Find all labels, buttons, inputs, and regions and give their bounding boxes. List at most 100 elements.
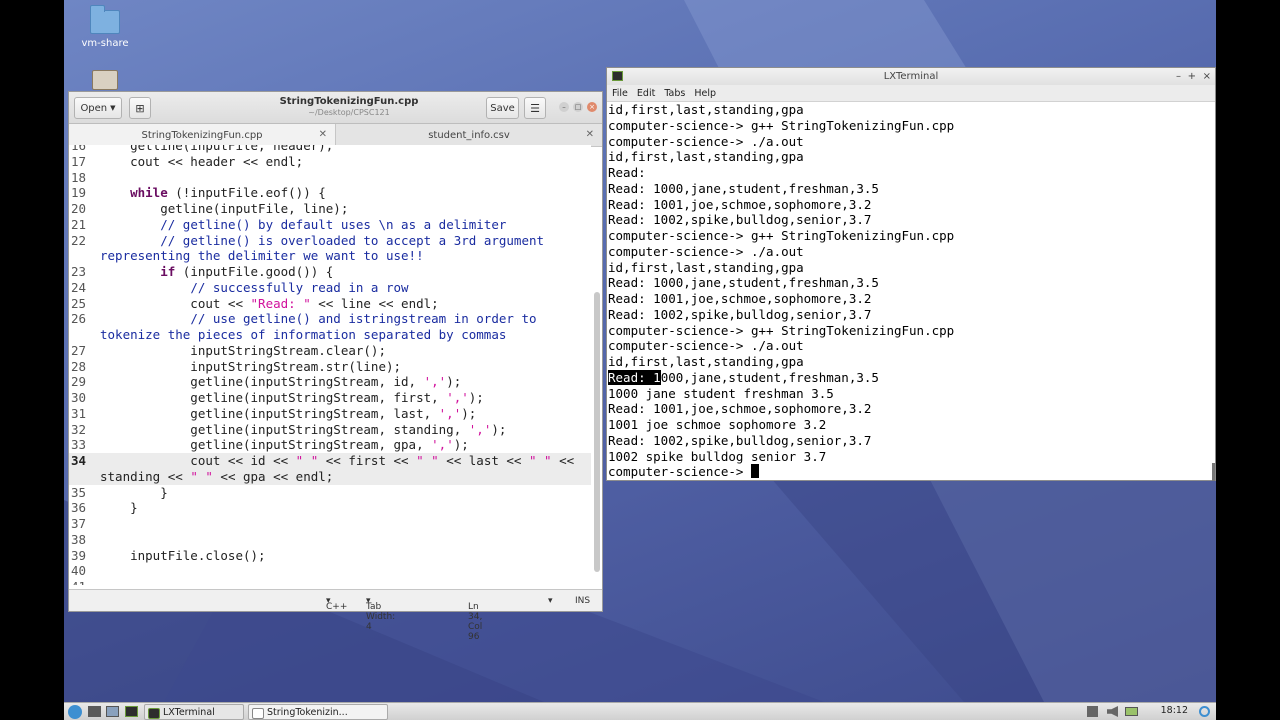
menu-tabs[interactable]: Tabs: [664, 88, 685, 99]
terminal-output[interactable]: id,first,last,standing,gpa computer-scien…: [607, 102, 1215, 480]
code-token: << last <<: [438, 453, 529, 468]
menu-edit[interactable]: Edit: [637, 88, 655, 99]
code-line[interactable]: 22 // getline() is overloaded to accept …: [69, 233, 591, 249]
code-line[interactable]: 25 cout << "Read: " << line << endl;: [69, 296, 591, 312]
terminal-line: Read: 1001,joe,schmoe,sophomore,3.2: [608, 197, 1215, 213]
code-line[interactable]: 40: [69, 563, 591, 579]
code-line[interactable]: 28 inputStringStream.str(line);: [69, 359, 591, 375]
code-token: getline(inputFile, line);: [100, 201, 349, 216]
open-button[interactable]: Open ▼: [74, 97, 122, 119]
tab-width-selector[interactable]: Tab Width: 4 ▾: [366, 596, 395, 632]
new-document-icon: ⊞: [135, 101, 145, 115]
code-line[interactable]: 33 getline(inputStringStream, gpa, ',');: [69, 437, 591, 453]
terminal-launcher-icon[interactable]: [125, 706, 138, 717]
battery-icon[interactable]: [1125, 707, 1138, 716]
line-number: 28: [70, 358, 86, 374]
menu-button[interactable]: ☰: [524, 97, 546, 119]
terminal-text: computer-science-> g++ StringTokenizingF…: [608, 322, 955, 338]
code-line[interactable]: 29 getline(inputStringStream, id, ',');: [69, 374, 591, 390]
file-manager-icon[interactable]: [106, 706, 119, 717]
terminal-title: LXTerminal: [883, 71, 939, 82]
tab-student-info[interactable]: student_info.csv ✕: [336, 124, 602, 146]
code-token: getline(inputStringStream, first,: [100, 390, 447, 405]
save-button[interactable]: Save: [486, 97, 519, 119]
maximize-button[interactable]: +: [1188, 68, 1196, 85]
line-number: 35: [70, 484, 86, 500]
terminal-text: id,first,last,standing,gpa: [608, 149, 804, 165]
taskbar-lxterminal[interactable]: LXTerminal: [144, 704, 244, 720]
code-line[interactable]: 32 getline(inputStringStream, standing, …: [69, 422, 591, 438]
terminal-line: Read: 1002,spike,bulldog,senior,3.7: [608, 307, 1215, 323]
desktop-icon-vm-share[interactable]: vm-share: [70, 5, 140, 49]
close-tab-icon[interactable]: ✕: [586, 129, 594, 140]
code-token: getline(inputStringStream, gpa,: [100, 437, 432, 453]
tab-stringtokenizingfun[interactable]: StringTokenizingFun.cpp ✕: [69, 124, 336, 146]
terminal-scrollbar[interactable]: [1212, 463, 1215, 481]
code-line[interactable]: 18: [69, 170, 591, 186]
code-token: inputStringStream.clear();: [100, 342, 386, 358]
code-token: // getline() by default uses \n as a del…: [160, 216, 507, 232]
terminal-line: computer-science-> ./a.out: [608, 134, 1215, 150]
language-selector[interactable]: C++ ▾: [326, 596, 347, 612]
code-line[interactable]: 39 inputFile.close();: [69, 548, 591, 564]
menu-icon[interactable]: [68, 705, 82, 719]
code-line[interactable]: 31 getline(inputStringStream, last, ',')…: [69, 406, 591, 422]
code-line[interactable]: 27 inputStringStream.clear();: [69, 343, 591, 359]
code-line[interactable]: 21 // getline() by default uses \n as a …: [69, 217, 591, 233]
code-line[interactable]: 30 getline(inputStringStream, first, ','…: [69, 390, 591, 406]
position-dropdown-icon[interactable]: ▾: [548, 596, 553, 606]
terminal-menubar: File Edit Tabs Help: [607, 85, 1215, 102]
code-token: " ": [190, 468, 213, 484]
code-line[interactable]: 41: [69, 579, 591, 585]
code-line[interactable]: representing the delimiter we want to us…: [69, 248, 591, 264]
editor-scrollbar[interactable]: [594, 292, 600, 572]
minimize-button[interactable]: –: [1176, 68, 1181, 85]
code-line[interactable]: 37: [69, 516, 591, 532]
network-icon[interactable]: [1087, 706, 1098, 717]
terminal-text: computer-science-> g++ StringTokenizingF…: [608, 228, 955, 243]
terminal-line: id,first,last,standing,gpa: [608, 102, 1215, 118]
menu-help[interactable]: Help: [694, 88, 716, 99]
line-number: 30: [70, 390, 86, 405]
code-line[interactable]: 24 // successfully read in a row: [69, 280, 591, 296]
line-number: 32: [70, 421, 86, 437]
code-line[interactable]: 34 cout << id << " " << first << " " << …: [69, 453, 591, 469]
code-line[interactable]: 23 if (inputFile.good()) {: [69, 264, 591, 280]
desktop-icon-partial[interactable]: [70, 70, 140, 90]
new-tab-button[interactable]: ⊞: [129, 97, 151, 119]
code-line[interactable]: 16 getline(inputFile, header);: [69, 145, 591, 154]
show-desktop-icon[interactable]: [88, 706, 101, 717]
minimize-button[interactable]: –: [559, 102, 569, 112]
terminal-line: Read: 1002,spike,bulldog,senior,3.7: [608, 433, 1215, 449]
close-button[interactable]: ×: [1203, 68, 1211, 85]
close-tab-icon[interactable]: ✕: [319, 129, 327, 140]
code-line[interactable]: 19 while (!inputFile.eof()) {: [69, 185, 591, 201]
taskbar-gedit[interactable]: StringTokenizin...: [248, 704, 388, 720]
terminal-line: computer-science-> ./a.out: [608, 244, 1215, 260]
hamburger-icon: ☰: [530, 101, 540, 115]
code-token: );: [446, 374, 462, 390]
volume-icon[interactable]: [1107, 706, 1118, 717]
code-line[interactable]: 38: [69, 532, 591, 548]
maximize-button[interactable]: □: [573, 102, 583, 112]
clock[interactable]: 18:12: [1161, 705, 1188, 716]
code-token: }: [100, 500, 138, 516]
code-line[interactable]: 36 }: [69, 500, 591, 516]
close-button[interactable]: ×: [587, 102, 597, 112]
code-editor[interactable]: 16 getline(inputFile, header); 17 cout <<…: [69, 145, 591, 585]
power-icon[interactable]: [1199, 706, 1210, 717]
code-line[interactable]: 26 // use getline() and istringstream in…: [69, 311, 591, 327]
menu-file[interactable]: File: [612, 88, 628, 99]
code-line[interactable]: 35 }: [69, 485, 591, 501]
code-token: "Read: ": [250, 295, 311, 311]
code-line[interactable]: tokenize the pieces of information separ…: [69, 327, 591, 343]
code-line[interactable]: standing << " " << gpa << endl;: [69, 468, 591, 485]
chevron-down-icon: ▼: [110, 104, 116, 112]
terminal-line: 1002 spike bulldog senior 3.7: [608, 449, 1215, 465]
line-number: 20: [70, 201, 86, 216]
code-line[interactable]: 20 getline(inputFile, line);: [69, 201, 591, 217]
code-line[interactable]: 17 cout << header << endl;: [69, 154, 591, 170]
